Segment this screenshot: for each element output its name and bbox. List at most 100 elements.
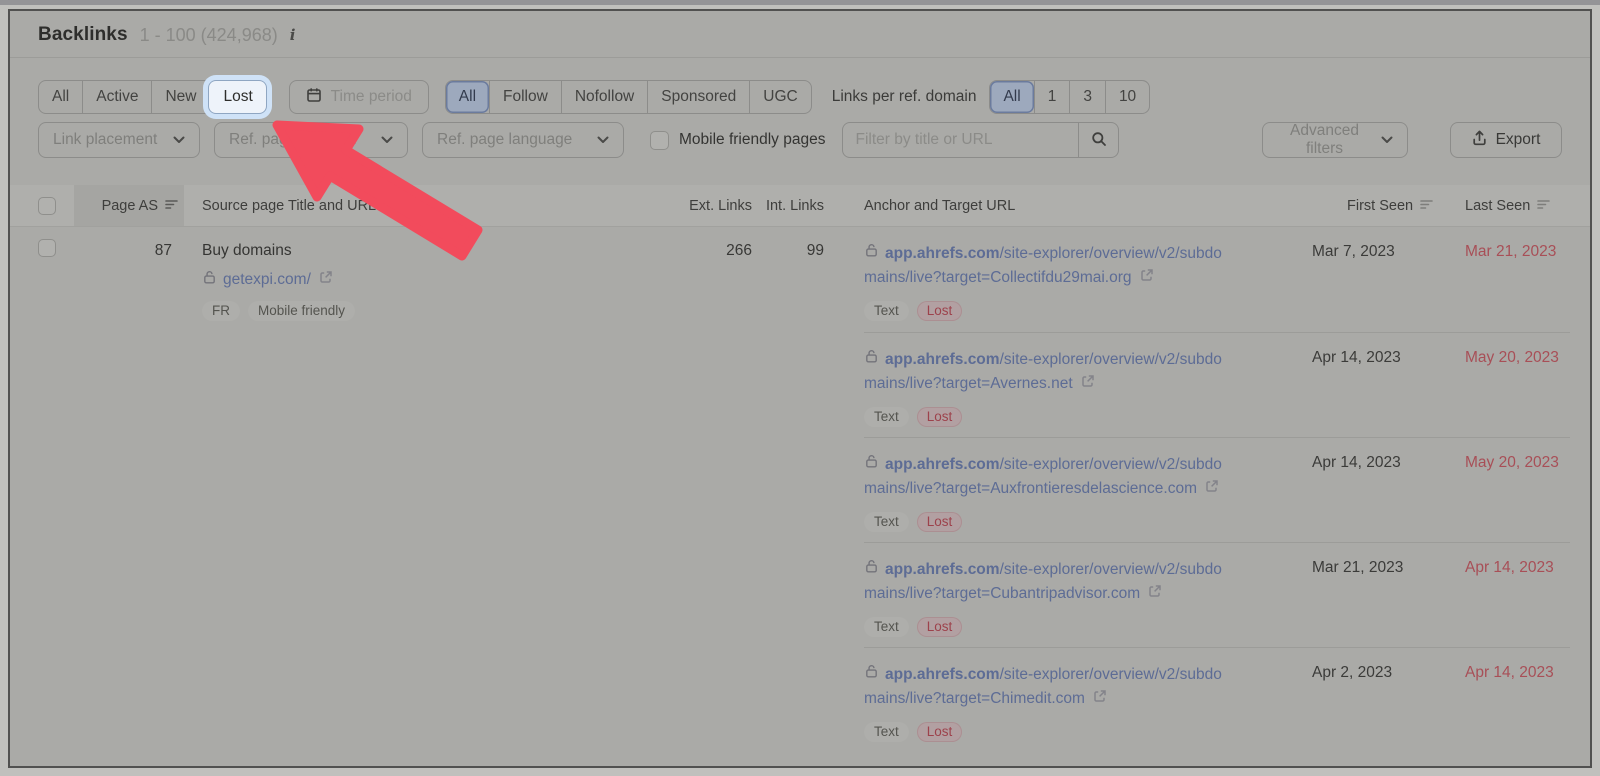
- last-seen-date: May 20, 2023: [1462, 332, 1570, 437]
- filter-row-2: Link placement Ref. page platform Ref. p…: [38, 122, 1562, 158]
- filter-row-1: All Active New Lost Time period All Foll…: [38, 80, 1562, 114]
- table-header-row: Page AS Source page Title and URL Ext. L…: [10, 185, 1590, 227]
- anchor-url-link[interactable]: app.ahrefs.com/site-explorer/overview/v2…: [864, 348, 1288, 396]
- link-type-badge: Text: [864, 407, 909, 427]
- status-tab-lost[interactable]: Lost: [209, 81, 266, 113]
- lost-badge: Lost: [916, 512, 963, 532]
- results-range: 1 - 100 (424,968): [139, 24, 278, 45]
- link-type-badge: Text: [864, 722, 909, 742]
- col-header-source: Source page Title and URL: [202, 197, 377, 214]
- mobile-friendly-label: Mobile friendly pages: [679, 131, 826, 148]
- follow-tab-sponsored[interactable]: Sponsored: [647, 81, 749, 113]
- source-title: Buy domains: [202, 242, 292, 259]
- table-row: app.ahrefs.com/site-explorer/overview/v2…: [10, 542, 1590, 647]
- page-title: Backlinks: [38, 24, 128, 45]
- lock-icon: [864, 453, 879, 477]
- chevron-down-icon: [173, 131, 185, 149]
- time-period-button[interactable]: Time period: [288, 80, 429, 114]
- backlinks-table: Page AS Source page Title and URL Ext. L…: [10, 185, 1590, 752]
- link-type-badge: Text: [864, 617, 909, 637]
- calendar-icon: [306, 87, 322, 108]
- last-seen-date: Apr 14, 2023: [1462, 542, 1570, 647]
- external-link-icon[interactable]: [1140, 266, 1154, 290]
- links-per-domain-group: All 1 3 10: [989, 80, 1151, 114]
- first-seen-date: Mar 7, 2023: [1312, 243, 1395, 260]
- first-seen-date: Mar 21, 2023: [1312, 542, 1462, 647]
- lpd-tab-10[interactable]: 10: [1104, 81, 1149, 113]
- status-tab-new[interactable]: New: [151, 81, 209, 113]
- col-header-anchor: Anchor and Target URL: [864, 197, 1016, 214]
- lpd-tab-all[interactable]: All: [990, 81, 1034, 113]
- mobile-friendly-badge: Mobile friendly: [248, 301, 356, 321]
- external-link-icon[interactable]: [1093, 687, 1107, 711]
- last-seen-date: Apr 14, 2023: [1462, 647, 1570, 752]
- backlinks-panel: Backlinks 1 - 100 (424,968) i All Active…: [8, 9, 1592, 768]
- lock-icon: [202, 269, 217, 290]
- lock-icon: [864, 558, 879, 582]
- lock-icon: [864, 348, 879, 372]
- follow-tab-ugc[interactable]: UGC: [749, 81, 810, 113]
- table-row: 87 Buy domains getexpi.com/ FR Mobile fr…: [10, 227, 1590, 332]
- title-url-filter: [842, 122, 1120, 158]
- first-seen-date: Apr 14, 2023: [1312, 437, 1462, 542]
- col-header-first-seen[interactable]: First Seen: [1312, 185, 1462, 226]
- source-url-link[interactable]: getexpi.com/: [223, 271, 311, 289]
- filter-input[interactable]: [843, 131, 1079, 149]
- anchor-url-link[interactable]: app.ahrefs.com/site-explorer/overview/v2…: [864, 242, 1288, 290]
- col-header-int-links: Int. Links: [765, 197, 824, 214]
- table-row: app.ahrefs.com/site-explorer/overview/v2…: [10, 332, 1590, 437]
- first-seen-date: Apr 14, 2023: [1312, 332, 1462, 437]
- external-link-icon[interactable]: [1205, 477, 1219, 501]
- col-header-page-as[interactable]: Page AS: [74, 185, 184, 226]
- sort-icon: [1537, 198, 1551, 214]
- lock-icon: [864, 663, 879, 687]
- export-button[interactable]: Export: [1450, 122, 1562, 158]
- last-seen-date: Mar 21, 2023: [1465, 243, 1557, 260]
- anchor-url-link[interactable]: app.ahrefs.com/site-explorer/overview/v2…: [864, 558, 1288, 606]
- chevron-down-icon: [597, 131, 609, 149]
- follow-tab-follow[interactable]: Follow: [489, 81, 561, 113]
- ext-links-value: 266: [726, 242, 752, 259]
- col-header-ext-links: Ext. Links: [689, 197, 752, 214]
- external-link-icon[interactable]: [319, 270, 333, 289]
- chevron-down-icon: [381, 131, 393, 149]
- links-per-domain-label: Links per ref. domain: [831, 88, 977, 105]
- lpd-tab-3[interactable]: 3: [1069, 81, 1105, 113]
- status-tab-all[interactable]: All: [39, 81, 82, 113]
- ref-page-platform-dropdown[interactable]: Ref. page platform: [214, 122, 408, 158]
- sort-icon: [1420, 198, 1433, 214]
- lost-badge: Lost: [916, 722, 963, 742]
- lost-badge: Lost: [916, 617, 963, 637]
- table-row: app.ahrefs.com/site-explorer/overview/v2…: [10, 647, 1590, 752]
- chevron-down-icon: [1381, 131, 1393, 149]
- anchor-url-link[interactable]: app.ahrefs.com/site-explorer/overview/v2…: [864, 663, 1288, 711]
- link-placement-dropdown[interactable]: Link placement: [38, 122, 200, 158]
- lpd-tab-1[interactable]: 1: [1033, 81, 1070, 113]
- advanced-filters-dropdown[interactable]: Advanced filters: [1262, 122, 1408, 158]
- first-seen-date: Apr 2, 2023: [1312, 647, 1462, 752]
- col-header-last-seen[interactable]: Last Seen: [1462, 185, 1570, 226]
- external-link-icon[interactable]: [1148, 582, 1162, 606]
- search-button[interactable]: [1078, 123, 1118, 157]
- status-tab-active[interactable]: Active: [82, 81, 151, 113]
- search-icon: [1091, 131, 1107, 150]
- table-row: app.ahrefs.com/site-explorer/overview/v2…: [10, 437, 1590, 542]
- report-header: Backlinks 1 - 100 (424,968) i: [10, 11, 1590, 58]
- mobile-friendly-checkbox[interactable]: [650, 130, 669, 150]
- status-filter-group: All Active New Lost: [38, 80, 267, 114]
- info-icon[interactable]: i: [290, 26, 296, 44]
- select-all-checkbox[interactable]: [38, 196, 56, 215]
- country-badge: FR: [202, 301, 240, 321]
- row-checkbox[interactable]: [38, 239, 56, 257]
- link-type-badge: Text: [864, 512, 909, 532]
- int-links-value: 99: [806, 242, 824, 259]
- anchor-url-link[interactable]: app.ahrefs.com/site-explorer/overview/v2…: [864, 453, 1288, 501]
- follow-tab-all[interactable]: All: [445, 81, 490, 113]
- last-seen-date: May 20, 2023: [1462, 437, 1570, 542]
- lock-icon: [864, 242, 879, 266]
- sort-icon: [165, 198, 178, 214]
- ref-page-language-dropdown[interactable]: Ref. page language: [422, 122, 624, 158]
- screenshot-edge-strip: [0, 0, 1600, 5]
- external-link-icon[interactable]: [1081, 372, 1095, 396]
- follow-tab-nofollow[interactable]: Nofollow: [560, 81, 647, 113]
